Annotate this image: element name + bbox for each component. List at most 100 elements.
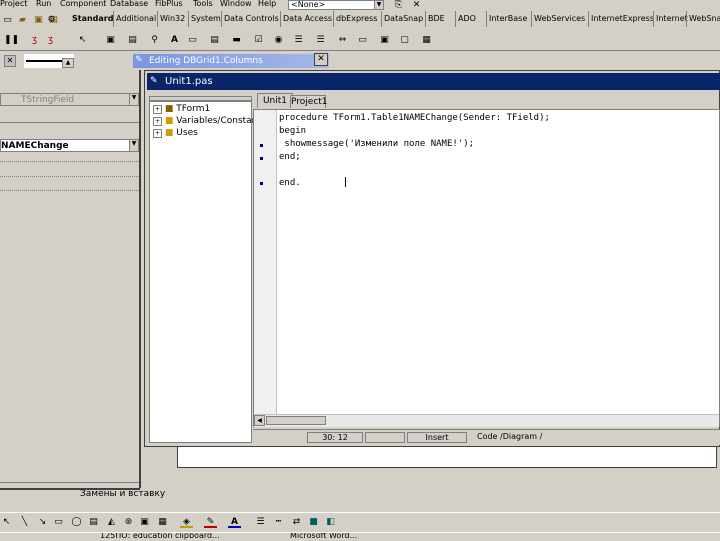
listbox-component-icon[interactable]: ☰ bbox=[292, 34, 305, 46]
scrollbar-thumb[interactable] bbox=[266, 416, 326, 425]
mainmenu-component-icon[interactable]: ▣ bbox=[104, 34, 117, 46]
open-folder-icon[interactable]: ▰ bbox=[16, 14, 29, 26]
tab-bde[interactable]: BDE bbox=[425, 11, 445, 27]
new-icon[interactable]: ▭ bbox=[1, 14, 14, 26]
tab-data-access[interactable]: Data Access bbox=[280, 11, 332, 27]
radiogroup-component-icon[interactable]: ▣ bbox=[378, 34, 391, 46]
clipart-icon[interactable]: ▣ bbox=[138, 516, 151, 528]
pause-icon[interactable]: ❚❚ bbox=[4, 34, 19, 46]
breakpoint-dot[interactable] bbox=[260, 157, 263, 160]
code-line: end; bbox=[279, 152, 301, 162]
component-palette: Standard Additional Win32 System Data Co… bbox=[70, 0, 720, 30]
tree-item-variables-constants[interactable]: + ■ Variables/Constants bbox=[153, 116, 266, 126]
form-designer-preview[interactable] bbox=[177, 446, 717, 468]
checkbox-component-icon[interactable]: ☑ bbox=[252, 34, 265, 46]
tab-websnap[interactable]: WebSnap bbox=[686, 11, 720, 27]
panel-component-icon[interactable]: ▢ bbox=[398, 34, 411, 46]
arrow-icon[interactable]: ↘ bbox=[36, 516, 49, 528]
tab-internet[interactable]: Internet bbox=[653, 11, 688, 27]
tree-item-tform1[interactable]: + ■ TForm1 bbox=[153, 104, 210, 114]
tab-internetexpress[interactable]: InternetExpress bbox=[588, 11, 654, 27]
code-editor[interactable]: procedure TForm1.Table1NAMEChange(Sender… bbox=[253, 109, 720, 427]
scroll-up-icon[interactable]: ▲ bbox=[62, 58, 74, 68]
rectangle-icon[interactable]: ▭ bbox=[52, 516, 65, 528]
code-line: begin bbox=[279, 126, 307, 136]
oval-icon[interactable]: ◯ bbox=[70, 516, 83, 528]
tab-webservices[interactable]: WebServices bbox=[531, 11, 585, 27]
scrollbar-component-icon[interactable]: ⇔ bbox=[336, 34, 349, 46]
memo-component-icon[interactable]: ▤ bbox=[208, 34, 221, 46]
tab-system[interactable]: System bbox=[188, 11, 221, 27]
taskbar-item[interactable]: 125ПО: education clipboard... bbox=[100, 533, 220, 540]
tree-item-uses[interactable]: + ■ Uses bbox=[153, 128, 198, 138]
breakpoint-dot[interactable] bbox=[260, 144, 263, 147]
edit-component-icon[interactable]: ▭ bbox=[186, 34, 199, 46]
font-color-icon[interactable]: A bbox=[228, 516, 241, 528]
shadow-icon[interactable]: ■ bbox=[307, 516, 320, 528]
textbox-icon[interactable]: ▤ bbox=[87, 516, 100, 528]
close-icon[interactable]: ✕ bbox=[314, 53, 328, 66]
close-icon[interactable]: ✕ bbox=[4, 55, 16, 67]
label-pointer-icon[interactable]: ⚲ bbox=[148, 34, 161, 46]
actionlist-component-icon[interactable]: ▦ bbox=[420, 34, 433, 46]
tab-standard[interactable]: Standard bbox=[70, 11, 113, 27]
tab-interbase[interactable]: InterBase bbox=[486, 11, 527, 27]
trace-into-icon[interactable]: ʒ bbox=[28, 34, 41, 46]
view-tabs[interactable]: Code /Diagram / bbox=[477, 432, 547, 443]
diagram-icon[interactable]: ⊛ bbox=[122, 516, 135, 528]
tab-ado[interactable]: ADO bbox=[455, 11, 476, 27]
dash-style-icon[interactable]: ┅ bbox=[272, 516, 285, 528]
tree-splitter[interactable] bbox=[149, 96, 252, 101]
modified-indicator bbox=[365, 432, 405, 443]
debug-toolbar: ❚❚ ʒ ʒ ↖ ▣ ▤ ⚲ A ▭ ▤ ▬ ☑ ◉ ☰ ☰ ⇔ ▭ ▣ ▢ ▦ bbox=[0, 30, 720, 51]
pointer-arrow-icon[interactable]: ↖ bbox=[76, 34, 89, 46]
chevron-down-icon[interactable]: ▼ bbox=[129, 140, 138, 151]
code-editor-titlebar[interactable]: Unit1.pas bbox=[147, 73, 720, 90]
event-handler-combo[interactable]: NAMEChange ▼ bbox=[0, 139, 139, 152]
tab-project1[interactable]: Project1 bbox=[290, 95, 328, 108]
arrow-style-icon[interactable]: ⇄ bbox=[290, 516, 303, 528]
3d-style-icon[interactable]: ◧ bbox=[324, 516, 337, 528]
object-combo-value: TStringField bbox=[21, 95, 75, 105]
tab-win32[interactable]: Win32 bbox=[157, 11, 185, 27]
groupbox-component-icon[interactable]: ▭ bbox=[356, 34, 369, 46]
chevron-down-icon[interactable]: ▼ bbox=[129, 94, 138, 105]
editor-gutter[interactable] bbox=[254, 110, 277, 426]
menu-run[interactable]: Run bbox=[36, 0, 51, 8]
tab-additional[interactable]: Additional bbox=[113, 11, 156, 27]
popupmenu-component-icon[interactable]: ▤ bbox=[126, 34, 139, 46]
wordart-icon[interactable]: ◭ bbox=[105, 516, 118, 528]
object-combo[interactable]: TStringField ▼ bbox=[0, 93, 139, 106]
tab-data-controls[interactable]: Data Controls bbox=[221, 11, 279, 27]
code-editor-title: Unit1.pas bbox=[165, 76, 213, 87]
combobox-component-icon[interactable]: ☰ bbox=[314, 34, 327, 46]
class-icon: ■ bbox=[164, 104, 174, 114]
drawing-toolbar: ↖ ╲ ↘ ▭ ◯ ▤ ◭ ⊛ ▣ ▦ ◈ ✎ A ☰ ┅ ⇄ ■ ◧ bbox=[0, 512, 720, 531]
expand-icon[interactable]: + bbox=[153, 117, 163, 126]
breakpoint-dot[interactable] bbox=[260, 182, 263, 185]
label-component-icon[interactable]: A bbox=[168, 34, 181, 46]
scroll-left-icon[interactable]: ◀ bbox=[254, 415, 265, 426]
folder-icon: ■ bbox=[164, 128, 174, 138]
button-component-icon[interactable]: ▬ bbox=[230, 34, 243, 46]
radiobutton-component-icon[interactable]: ◉ bbox=[272, 34, 285, 46]
insert-mode: Insert bbox=[407, 432, 467, 443]
taskbar-item[interactable]: Microsoft Word... bbox=[290, 533, 357, 540]
horizontal-scrollbar[interactable]: ◀ bbox=[254, 414, 719, 427]
step-over-icon[interactable]: ʒ bbox=[44, 34, 57, 46]
open-project-icon[interactable]: ▣ bbox=[32, 14, 45, 26]
expand-icon[interactable]: + bbox=[153, 129, 163, 138]
tab-unit1[interactable]: Unit1 bbox=[257, 93, 293, 108]
line-style-icon[interactable]: ☰ bbox=[254, 516, 267, 528]
fill-color-icon[interactable]: ◈ bbox=[180, 516, 193, 528]
line-icon[interactable]: ╲ bbox=[18, 516, 31, 528]
tab-datasnap[interactable]: DataSnap bbox=[381, 11, 423, 27]
component-palette-gear-icon[interactable]: ⚙ bbox=[45, 14, 58, 26]
tab-dbexpress[interactable]: dbExpress bbox=[333, 11, 377, 27]
picture-icon[interactable]: ▦ bbox=[156, 516, 169, 528]
expand-icon[interactable]: + bbox=[153, 105, 163, 114]
dbgrid-editor-titlebar[interactable]: Editing DBGrid1.Columns bbox=[133, 54, 329, 68]
line-color-icon[interactable]: ✎ bbox=[204, 516, 217, 528]
select-arrow-icon[interactable]: ↖ bbox=[0, 516, 13, 528]
menu-project[interactable]: Project bbox=[0, 0, 27, 8]
